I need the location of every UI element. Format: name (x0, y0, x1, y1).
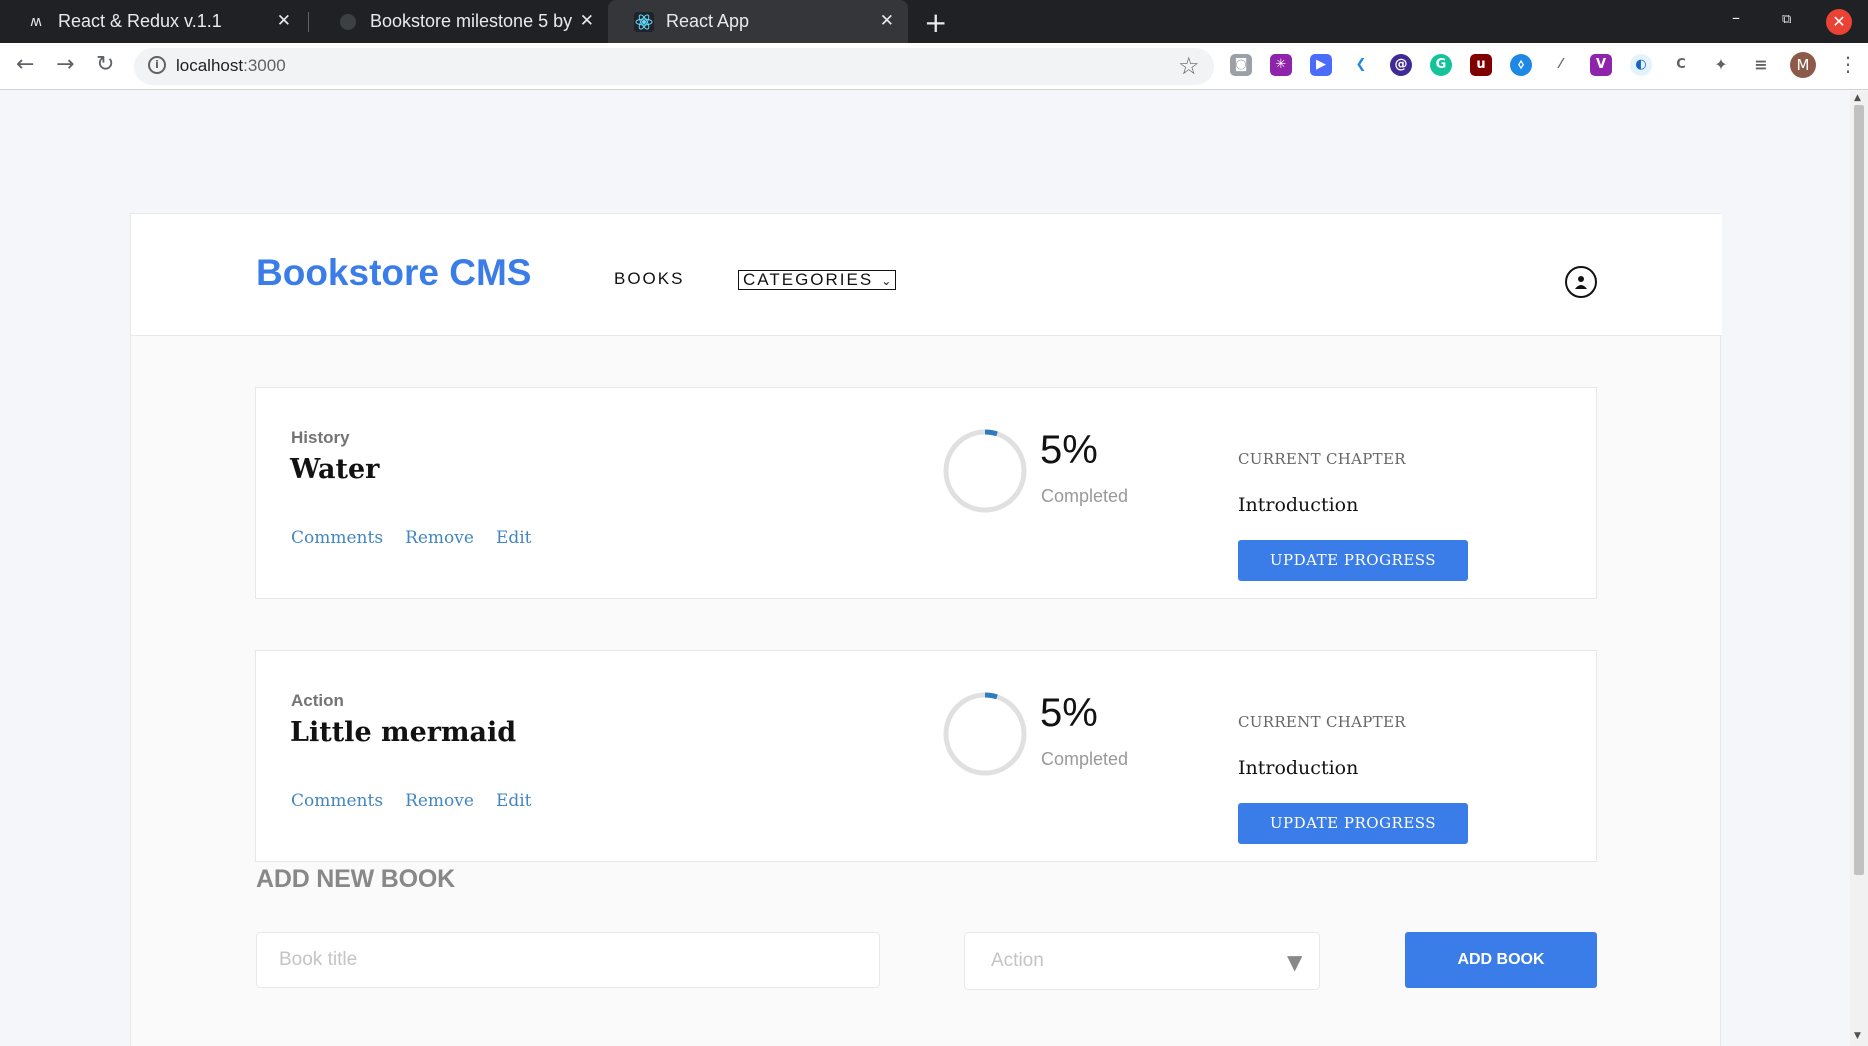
edit-link[interactable]: Edit (496, 528, 532, 548)
completed-label: Completed (1041, 749, 1129, 769)
book-category: History (291, 428, 350, 447)
book-actions: Comments Remove Edit (291, 791, 532, 811)
github-icon (338, 12, 358, 32)
extension-icon[interactable]: ❮ (1350, 54, 1372, 76)
scroll-up-arrow-icon[interactable]: ▲ (1854, 93, 1861, 103)
grammarly-icon[interactable]: G (1430, 54, 1452, 76)
bookstore-panel: Bookstore CMS BOOKS CATEGORIES ⌄ History … (130, 213, 1722, 1046)
ublock-icon[interactable]: u (1470, 54, 1492, 76)
scrollbar-thumb[interactable] (1854, 105, 1864, 875)
progress-ring (943, 429, 1027, 513)
completed-label: Completed (1041, 486, 1129, 506)
zoom-extension-icon[interactable]: ▶ (1310, 54, 1332, 76)
tab-title: React App (666, 11, 750, 31)
comments-link[interactable]: Comments (291, 528, 383, 548)
browser-tab-3[interactable]: React App ✕ (608, 0, 908, 43)
address-bar[interactable]: i localhost:3000 ☆ (134, 48, 1214, 85)
book-title: Little mermaid (290, 717, 517, 748)
user-icon[interactable] (1565, 266, 1597, 298)
browser-tab-1[interactable]: ʍ React & Redux v.1.1 ✕ (0, 0, 305, 43)
add-book-button[interactable]: ADD BOOK (1405, 932, 1597, 988)
react-icon (634, 11, 654, 32)
update-progress-button[interactable]: UPDATE PROGRESS (1238, 540, 1468, 581)
browser-menu-icon[interactable]: ⋮ (1838, 52, 1858, 76)
color-picker-icon[interactable]: ⁄ (1550, 54, 1572, 76)
progress-percent: 5% (1040, 428, 1098, 472)
chevron-down-icon: ⌄ (881, 274, 892, 288)
extension-icon[interactable]: ◐ (1630, 54, 1652, 76)
progress-percent: 5% (1040, 691, 1098, 735)
puzzle-extensions-icon[interactable]: ✦ (1710, 54, 1732, 76)
scroll-down-arrow-icon[interactable]: ▼ (1854, 1031, 1861, 1041)
nav-categories-select[interactable]: CATEGORIES ⌄ (738, 270, 897, 290)
url-text: localhost:3000 (176, 56, 286, 75)
back-icon[interactable]: ← (16, 52, 34, 77)
close-tab-icon[interactable]: ✕ (277, 11, 291, 31)
category-select[interactable]: Action ▼ (964, 932, 1320, 990)
add-book-heading: ADD NEW BOOK (256, 865, 455, 893)
camera-extension-icon[interactable]: ◙ (1230, 54, 1252, 76)
dropdown-arrow-icon: ▼ (1287, 950, 1303, 974)
brand-logo[interactable]: Bookstore CMS (256, 252, 531, 294)
site-info-icon[interactable]: i (148, 56, 166, 74)
book-actions: Comments Remove Edit (291, 528, 532, 548)
edit-link[interactable]: Edit (496, 791, 532, 811)
reload-icon[interactable]: ↻ (96, 52, 114, 77)
restore-icon[interactable]: ⧉ (1782, 12, 1791, 27)
extension-icon[interactable]: V (1590, 54, 1612, 76)
book-title-input[interactable] (256, 932, 880, 988)
forward-icon[interactable]: → (56, 52, 74, 77)
browser-tab-bar: ʍ React & Redux v.1.1 ✕ Bookstore milest… (0, 0, 1868, 43)
current-chapter-name: Introduction (1238, 757, 1359, 779)
tab-title: Bookstore milestone 5 by (370, 11, 573, 31)
minimize-icon[interactable]: – (1732, 8, 1740, 27)
comments-link[interactable]: Comments (291, 791, 383, 811)
current-chapter-name: Introduction (1238, 494, 1359, 516)
remove-link[interactable]: Remove (405, 528, 474, 548)
tab-separator (308, 12, 309, 32)
window-close-icon[interactable]: ✕ (1826, 9, 1852, 35)
current-chapter-label: CURRENT CHAPTER (1238, 450, 1406, 468)
page-scrollbar[interactable]: ▲ ▼ (1850, 91, 1868, 1046)
bookmark-star-icon[interactable]: ☆ (1178, 52, 1200, 80)
current-chapter-label: CURRENT CHAPTER (1238, 713, 1406, 731)
remove-link[interactable]: Remove (405, 791, 474, 811)
new-tab-icon[interactable]: + (924, 6, 947, 39)
book-card: History Water Comments Remove Edit 5% Co… (255, 387, 1597, 599)
update-progress-button[interactable]: UPDATE PROGRESS (1238, 803, 1468, 844)
browser-tab-2[interactable]: Bookstore milestone 5 by ✕ (312, 0, 608, 43)
extension-icon[interactable]: @ (1390, 54, 1412, 76)
nav-categories-label: CATEGORIES (743, 270, 874, 289)
browser-toolbar: ← → ↻ i localhost:3000 ☆ (0, 43, 1868, 90)
page-viewport: Bookstore CMS BOOKS CATEGORIES ⌄ History … (0, 91, 1850, 1046)
app-header: Bookstore CMS BOOKS CATEGORIES ⌄ (131, 214, 1722, 336)
nav-books-link[interactable]: BOOKS (614, 269, 684, 289)
close-tab-icon[interactable]: ✕ (580, 11, 594, 31)
progress-ring (943, 692, 1027, 776)
book-title: Water (290, 454, 380, 485)
extension-icon[interactable]: ✳ (1270, 54, 1292, 76)
book-card: Action Little mermaid Comments Remove Ed… (255, 650, 1597, 862)
reading-list-icon[interactable]: ≡ (1750, 54, 1772, 76)
extension-icon[interactable]: ⬨ (1510, 54, 1532, 76)
m-logo-icon: ʍ (30, 13, 42, 30)
close-tab-icon[interactable]: ✕ (880, 11, 894, 31)
tab-title: React & Redux v.1.1 (58, 11, 222, 31)
extension-icon[interactable]: C (1670, 54, 1692, 76)
profile-avatar[interactable]: M (1790, 52, 1816, 78)
category-select-value: Action (991, 950, 1044, 971)
book-category: Action (291, 691, 344, 710)
